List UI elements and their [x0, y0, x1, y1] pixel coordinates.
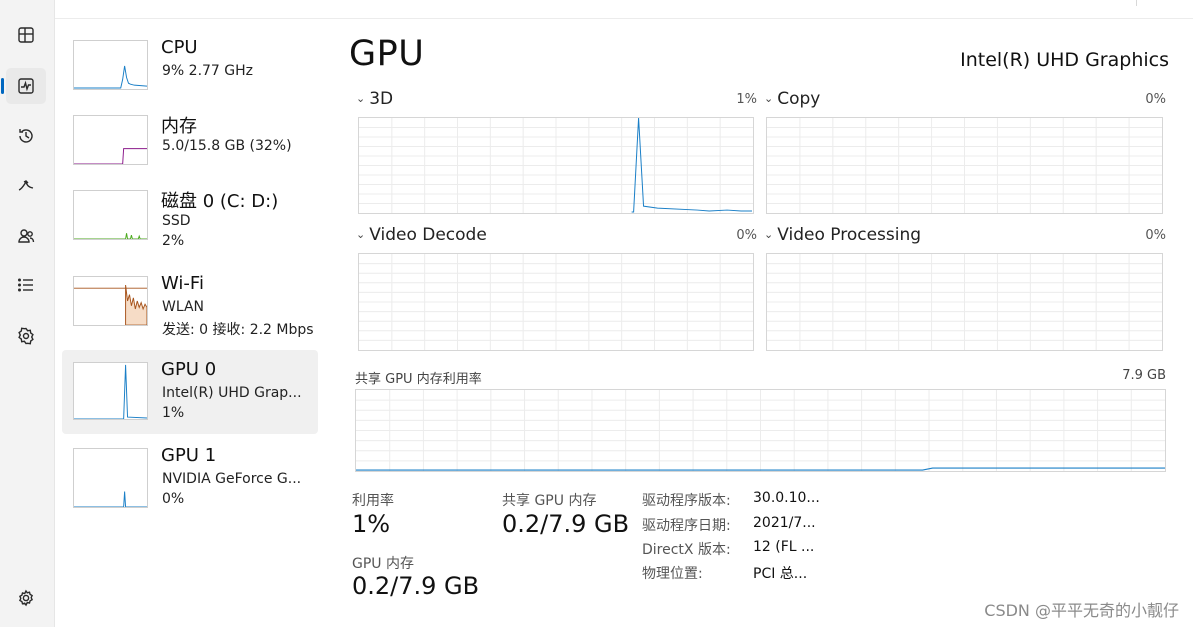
performance-icon[interactable]	[1, 68, 46, 104]
driver-date-label: 驱动程序日期:	[642, 518, 731, 534]
device-detail-2: 0%	[162, 491, 185, 507]
engine-label: 3D	[369, 89, 394, 109]
driver-date-value: 2021/7...	[753, 515, 816, 531]
device-item-disk[interactable]: 磁盘 0 (C: D:) SSD 2%	[62, 178, 318, 262]
gpu-memory-label: GPU 内存	[352, 556, 414, 572]
device-name: 磁盘 0 (C: D:)	[161, 191, 279, 212]
engine-label: Video Processing	[777, 225, 922, 245]
engine-percent: 0%	[1145, 228, 1166, 243]
shared-memory-label: 共享 GPU 内存利用率	[355, 372, 482, 387]
details-icon[interactable]	[6, 267, 46, 303]
device-name: GPU 0	[161, 359, 217, 380]
processes-icon[interactable]	[6, 17, 46, 53]
graph-3d	[358, 117, 754, 214]
engine-percent: 0%	[736, 228, 757, 243]
device-detail: 5.0/15.8 GB (32%)	[162, 138, 292, 154]
adapter-name: Intel(R) UHD Graphics	[960, 49, 1169, 71]
device-item-gpu0[interactable]: GPU 0 Intel(R) UHD Grap... 1%	[62, 350, 318, 434]
graph-video-processing	[766, 253, 1163, 351]
engine-selector-video-decode[interactable]: ⌄ Video Decode	[356, 225, 487, 245]
engine-percent: 1%	[736, 92, 757, 107]
device-detail: 9% 2.77 GHz	[162, 63, 254, 79]
device-detail-2: 1%	[162, 405, 185, 421]
device-item-cpu[interactable]: CPU 9% 2.77 GHz	[62, 28, 318, 112]
shared-gpu-memory-label: 共享 GPU 内存	[502, 493, 597, 509]
device-detail-2: 2%	[162, 233, 185, 249]
device-name: GPU 1	[161, 445, 217, 466]
wifi-thumbnail-graph	[73, 276, 148, 326]
physical-location-value: PCI 总...	[753, 566, 808, 582]
startup-apps-icon[interactable]	[6, 168, 46, 204]
engine-label: Video Decode	[369, 225, 487, 245]
engine-selector-copy[interactable]: ⌄ Copy	[764, 89, 820, 109]
navigation-rail	[0, 0, 55, 627]
device-name: Wi-Fi	[161, 273, 204, 294]
memory-thumbnail-graph	[73, 115, 148, 165]
device-name: 内存	[161, 116, 197, 137]
disk-thumbnail-graph	[73, 190, 148, 240]
graph-shared-memory	[355, 389, 1166, 472]
graph-grid	[356, 390, 1165, 471]
device-detail: NVIDIA GeForce G...	[162, 471, 302, 487]
graph-grid	[359, 118, 753, 213]
driver-version-value: 30.0.10...	[753, 490, 820, 506]
engine-label: Copy	[777, 89, 821, 109]
device-item-memory[interactable]: 内存 5.0/15.8 GB (32%)	[62, 103, 318, 187]
shared-memory-max: 7.9 GB	[1122, 368, 1166, 383]
directx-version-label: DirectX 版本:	[642, 542, 731, 558]
driver-version-label: 驱动程序版本:	[642, 493, 731, 509]
chevron-down-icon: ⌄	[764, 91, 774, 105]
window-control-edge	[1136, 0, 1137, 6]
utilization-value: 1%	[352, 510, 391, 538]
cpu-thumbnail-graph	[73, 40, 148, 90]
physical-location-label: 物理位置:	[642, 566, 703, 582]
graph-grid	[359, 254, 753, 350]
device-item-wifi[interactable]: Wi-Fi WLAN 发送: 0 接收: 2.2 Mbps	[62, 264, 318, 348]
device-detail-2: 发送: 0 接收: 2.2 Mbps	[162, 322, 314, 338]
graph-copy	[766, 117, 1163, 214]
shared-gpu-memory-value: 0.2/7.9 GB	[502, 510, 630, 538]
app-history-icon[interactable]	[6, 118, 46, 154]
watermark: CSDN @平平无奇的小靓仔	[984, 601, 1179, 620]
chevron-down-icon: ⌄	[356, 227, 366, 241]
chevron-down-icon: ⌄	[764, 227, 774, 241]
services-icon[interactable]	[6, 318, 46, 354]
engine-selector-3d[interactable]: ⌄ 3D	[356, 89, 393, 109]
gpu0-thumbnail-graph	[73, 362, 148, 420]
device-name: CPU	[161, 37, 198, 58]
engine-selector-video-processing[interactable]: ⌄ Video Processing	[764, 225, 921, 245]
settings-icon[interactable]	[6, 580, 46, 616]
device-detail: WLAN	[162, 299, 205, 315]
utilization-label: 利用率	[352, 493, 394, 509]
graph-grid	[767, 118, 1162, 213]
engine-percent: 0%	[1145, 92, 1166, 107]
graph-video-decode	[358, 253, 754, 351]
title-bar-divider	[55, 18, 1193, 19]
users-icon[interactable]	[6, 218, 46, 254]
device-detail: SSD	[162, 213, 191, 229]
graph-grid	[767, 254, 1162, 350]
directx-version-value: 12 (FL ...	[753, 539, 815, 555]
gpu1-thumbnail-graph	[73, 448, 148, 508]
device-detail: Intel(R) UHD Grap...	[162, 385, 302, 401]
gpu-memory-value: 0.2/7.9 GB	[352, 572, 480, 600]
chevron-down-icon: ⌄	[356, 91, 366, 105]
page-title: GPU	[349, 34, 425, 74]
device-item-gpu1[interactable]: GPU 1 NVIDIA GeForce G... 0%	[62, 436, 318, 520]
